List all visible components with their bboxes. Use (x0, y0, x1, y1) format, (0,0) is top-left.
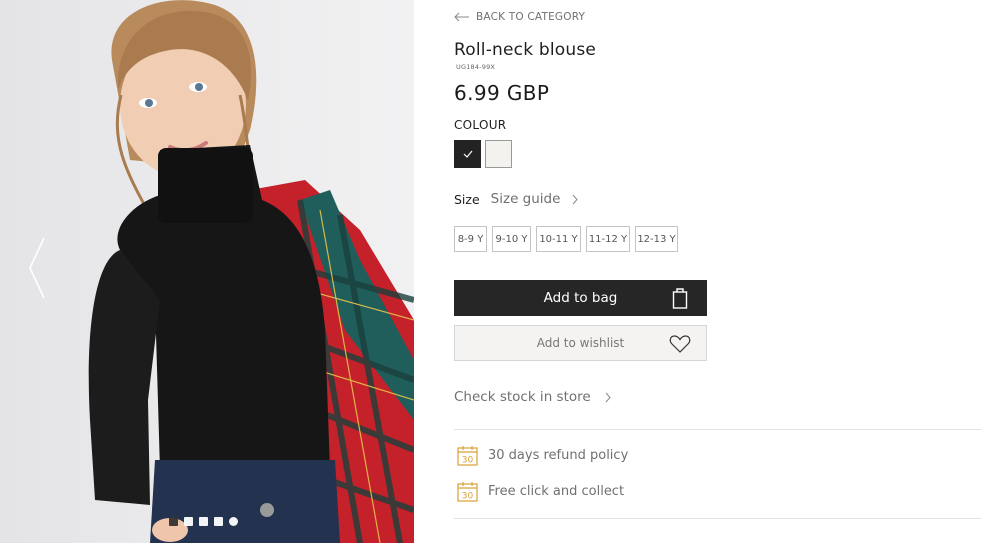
add-to-bag-label: Add to bag (543, 290, 618, 306)
size-option[interactable]: 8-9 Y (454, 226, 487, 252)
calendar-30-icon: 30 (457, 446, 478, 466)
calendar-30-icon: 30 (457, 482, 478, 502)
checkmark-icon (463, 150, 472, 158)
product-sku: UG184-99X (456, 63, 496, 71)
heart-icon (669, 335, 691, 353)
arrow-left-icon (454, 12, 469, 22)
carousel-dot[interactable] (169, 517, 178, 526)
back-to-category-link[interactable]: BACK TO CATEGORY (454, 11, 585, 23)
colour-swatch-black[interactable] (454, 140, 481, 168)
chevron-right-icon (605, 392, 611, 402)
benefit-refund: 30 30 days refund policy (457, 445, 628, 466)
size-option[interactable]: 10-11 Y (536, 226, 581, 252)
colour-swatch-cream[interactable] (485, 140, 512, 168)
previous-image-arrow-icon[interactable] (26, 236, 48, 300)
benefit-refund-text: 30 days refund policy (488, 448, 629, 463)
size-option[interactable]: 11-12 Y (586, 226, 630, 252)
size-option[interactable]: 12-13 Y (635, 226, 678, 252)
size-guide-link[interactable]: Size guide (491, 191, 579, 207)
add-to-bag-button[interactable]: Add to bag (454, 280, 707, 316)
product-title: Roll-neck blouse (454, 40, 597, 60)
add-to-wishlist-label: Add to wishlist (536, 336, 625, 350)
size-row: Size Size guide (454, 191, 579, 207)
colour-label: COLOUR (454, 118, 507, 132)
size-label: Size (454, 191, 480, 207)
check-stock-label: Check stock in store (454, 389, 591, 405)
size-options: 8-9 Y 9-10 Y 10-11 Y 11-12 Y 12-13 Y (454, 226, 678, 252)
size-option[interactable]: 9-10 Y (492, 226, 531, 252)
back-to-category-label: BACK TO CATEGORY (476, 11, 586, 23)
svg-text:30: 30 (462, 456, 474, 466)
svg-text:30: 30 (462, 492, 474, 502)
product-price: 6.99 GBP (454, 81, 550, 105)
divider (454, 518, 981, 519)
add-to-wishlist-button[interactable]: Add to wishlist (454, 325, 707, 361)
size-guide-label: Size guide (490, 191, 561, 207)
chevron-right-icon (573, 194, 579, 204)
colour-swatches (454, 140, 512, 168)
carousel-dot[interactable] (199, 517, 208, 526)
product-photo (88, 0, 414, 543)
shopping-bag-icon (672, 288, 688, 309)
carousel-dots (169, 517, 238, 526)
carousel-dot[interactable] (229, 517, 238, 526)
product-details-panel: BACK TO CATEGORY Roll-neck blouse UG184-… (454, 0, 981, 543)
benefit-click-collect-text: Free click and collect (488, 484, 625, 499)
check-stock-link[interactable]: Check stock in store (454, 389, 611, 405)
benefit-click-collect: 30 Free click and collect (457, 481, 624, 502)
product-image-gallery[interactable] (0, 0, 414, 543)
carousel-dot[interactable] (214, 517, 223, 526)
divider (454, 429, 981, 430)
carousel-dot[interactable] (184, 517, 193, 526)
